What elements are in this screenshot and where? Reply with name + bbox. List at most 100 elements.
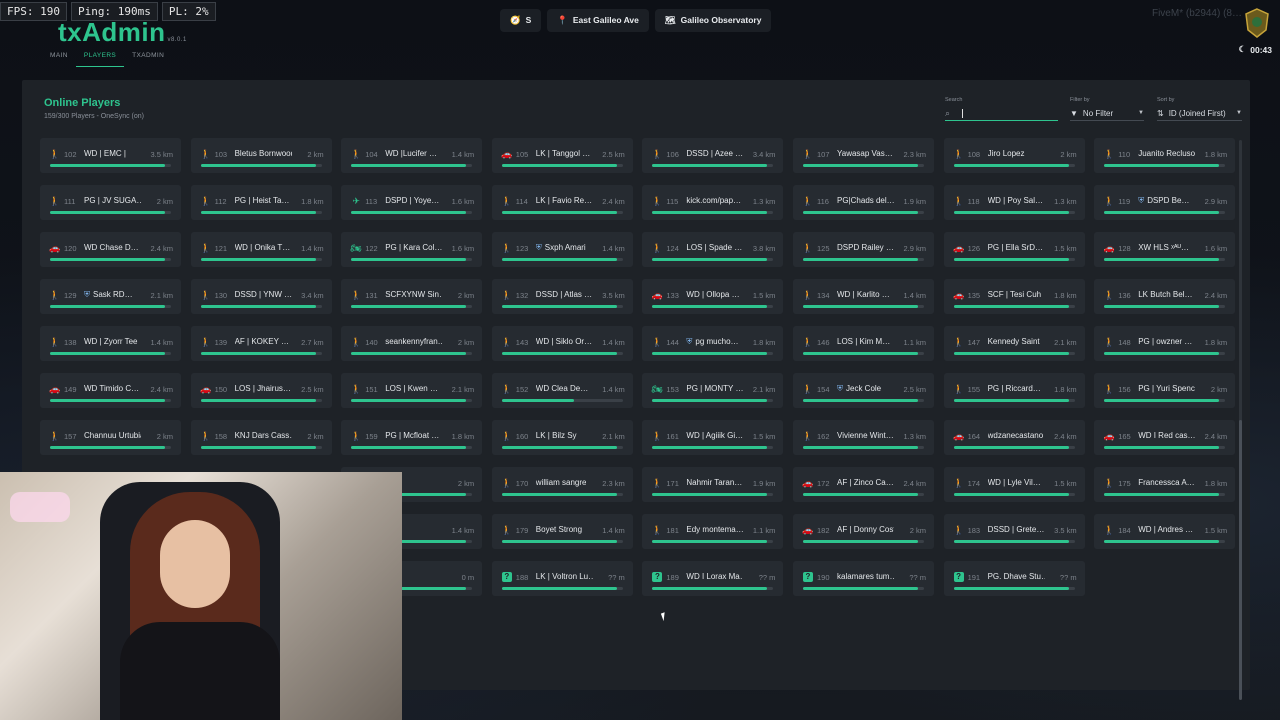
player-name-text: SCF | Tesi Cuh <box>987 290 1042 299</box>
player-card[interactable]: 🚶 116 PG|Chads del… 1.9 km <box>793 185 934 220</box>
player-card[interactable]: 🚶 112 PG | Heist Ta… 1.8 km <box>190 185 332 220</box>
player-card[interactable]: 🚶 131 SCFXYNW Sin… 2 km <box>341 279 483 314</box>
health-bar <box>351 164 473 167</box>
player-card[interactable]: 🚗 165 WD I Red cas… 2.4 km <box>1094 420 1236 455</box>
player-card[interactable]: 🚗 128 XW HLS ᵡᴬᵁ… 1.6 km <box>1094 232 1236 267</box>
player-name-text: DSSD | Atlas … <box>535 290 593 299</box>
player-card[interactable]: 🚶 103 Bletus Bornwood 2 km <box>190 138 332 173</box>
player-card[interactable]: 🚶 159 PG | Mcfloat … 1.8 km <box>341 420 483 455</box>
search-input[interactable]: ⌕ <box>945 106 1058 121</box>
player-card[interactable]: 🚶 129 ⛨ Sask RD… 2.1 km <box>40 279 181 314</box>
player-card[interactable]: 🚶 179 Boyet Strong 1.4 km <box>491 514 633 549</box>
player-card[interactable]: 🚶 114 LK | Favio Re… 2.4 km <box>491 185 633 220</box>
player-card[interactable]: 🚶 136 LK Butch Bel… 2.4 km <box>1094 279 1236 314</box>
player-count: 159/300 Players - OneSync (on) <box>44 113 144 120</box>
player-card[interactable]: 🏍 153 PG | MONTY … 2.1 km <box>642 373 784 408</box>
player-card[interactable]: 🚗 126 PG | Ella SrD… 1.5 km <box>943 232 1085 267</box>
player-card[interactable]: 🚗 150 LOS | Jhairus… 2.5 km <box>190 373 332 408</box>
player-card[interactable]: 🚶 181 Edy montema… 1.1 km <box>642 514 784 549</box>
player-card[interactable]: 🚶 154 ⛨ Jeck Cole 2.5 km <box>793 373 934 408</box>
player-id: 152 <box>515 385 529 394</box>
player-card[interactable]: 🚶 110 Juanito Recluso 1.8 km <box>1094 138 1236 173</box>
player-card[interactable]: ? 188 LK | Voltron Lu… ?? m <box>491 561 633 596</box>
player-distance: 2.5 km <box>903 385 926 394</box>
tab-txadmin[interactable]: TXADMIN <box>124 52 172 66</box>
car-icon: 🚗 <box>1103 243 1115 253</box>
player-card[interactable]: 🚶 158 KNJ Dars Cass… 2 km <box>190 420 332 455</box>
player-name-text: WD | Andres … <box>1138 525 1194 534</box>
player-card[interactable]: 🚗 135 SCF | Tesi Cuh 1.8 km <box>943 279 1085 314</box>
player-card[interactable]: 🚶 140 seankennyfran… 2 km <box>341 326 483 361</box>
player-card[interactable]: 🚶 125 DSPD Railey … 2.9 km <box>793 232 934 267</box>
player-card[interactable]: 🚶 152 WD Clea De… 1.4 km <box>491 373 633 408</box>
player-card[interactable]: 🚶 184 WD | Andres … 1.5 km <box>1094 514 1236 549</box>
player-card[interactable]: 🚶 130 DSSD | YNW … 3.4 km <box>190 279 332 314</box>
player-card[interactable]: ? 189 WD I Lorax Ma… ?? m <box>642 561 784 596</box>
player-card[interactable]: ✈ 113 DSPD | Yoye… 1.6 km <box>341 185 483 220</box>
player-card[interactable]: 🚶 123 ⛨ Sxph Amari 1.4 km <box>491 232 633 267</box>
player-name-text: SCFXYNW Sin… <box>385 290 443 299</box>
player-card[interactable]: 🚶 183 DSSD | Grete… 3.5 km <box>943 514 1085 549</box>
walk-icon: 🚶 <box>651 337 663 347</box>
player-card[interactable]: 🚗 105 LK | Tanggol … 2.5 km <box>491 138 633 173</box>
player-card[interactable]: 🚶 138 WD | Zyorr Tee 1.4 km <box>40 326 181 361</box>
player-card[interactable]: 🚶 106 DSSD | Azee … 3.4 km <box>642 138 784 173</box>
player-card[interactable]: 🚶 132 DSSD | Atlas … 3.5 km <box>491 279 633 314</box>
player-card[interactable]: 🚶 146 LOS | Kim M… 1.1 km <box>793 326 934 361</box>
filter-dropdown[interactable]: ▼ No Filter ▼ <box>1070 106 1144 121</box>
player-distance: 1.5 km <box>752 291 776 300</box>
player-card[interactable]: 🚗 164 wdzanecastano 2.4 km <box>943 420 1085 455</box>
tab-main[interactable]: MAIN <box>42 52 76 66</box>
player-card[interactable]: 🏍 122 PG | Kara Col… 1.6 km <box>341 232 483 267</box>
player-card[interactable]: 🚗 182 AF | Donny Costa 2 km <box>793 514 934 549</box>
shield-icon: ⛨ <box>1138 196 1145 205</box>
player-card[interactable]: 🚶 143 WD | Siklo Or… 1.4 km <box>491 326 633 361</box>
player-card[interactable]: 🚗 172 AF | Zinco Ca… 2.4 km <box>793 467 934 502</box>
player-card[interactable]: 🚶 111 PG | JV SUGA… 2 km <box>40 185 181 220</box>
player-name: kalamares tum… <box>837 572 894 581</box>
player-distance: 1.4 km <box>602 338 625 347</box>
tab-players[interactable]: PLAYERS <box>75 52 125 67</box>
player-card[interactable]: 🚶 170 william sangre 2.3 km <box>491 467 633 502</box>
player-card[interactable]: 🚶 147 Kennedy Saint 2.1 km <box>943 326 1085 361</box>
player-card[interactable]: 🚶 161 WD | Agiiik Gi… 1.5 km <box>642 420 784 455</box>
player-card[interactable]: 🚶156 PG | Yuri Spencer 2 km <box>1094 373 1236 408</box>
scrollbar-thumb[interactable] <box>1239 420 1242 700</box>
player-card[interactable]: ? 190 kalamares tum… ?? m <box>793 561 934 596</box>
player-id: 136 <box>1118 291 1131 300</box>
player-card[interactable]: 🚶 171 Nahmir Taran… 1.9 km <box>642 467 784 502</box>
player-card[interactable]: 🚶 174 WD | Lyle Vil… 1.5 km <box>943 467 1085 502</box>
player-card[interactable]: 🚶 151 LOS | Kwen … 2.1 km <box>341 373 483 408</box>
player-name: PG | Mcfloat … <box>385 431 439 440</box>
shield-icon: ⛨ <box>535 243 542 252</box>
player-card[interactable]: ? 191 PG. Dhave Stu… ?? m <box>943 561 1085 596</box>
player-card[interactable]: 🚶 104 WD |Lucifer … 1.4 km <box>341 138 483 173</box>
health-bar-fill <box>501 540 617 543</box>
player-card[interactable]: 🚶 119 ⛨ DSPD Be… 2.9 km <box>1094 185 1236 220</box>
player-card[interactable]: 🚶 134 WD | Karlito … 1.4 km <box>793 279 934 314</box>
player-card[interactable]: 🚶 124 LOS | Spade … 3.8 km <box>642 232 784 267</box>
player-card[interactable]: 🚶 160 LK | Bilz Sy 2.1 km <box>491 420 633 455</box>
player-card[interactable]: 🚗 133 WD | Ollopa … 1.5 km <box>642 279 784 314</box>
player-card[interactable]: 🚶 162 Vivienne Wint… 1.3 km <box>793 420 934 455</box>
player-card[interactable]: 🚶 118 WD | Poy Sal… 1.3 km <box>943 185 1085 220</box>
health-bar-fill <box>953 258 1069 261</box>
player-card[interactable]: 🚶 107 Yawasap Vas… 2.3 km <box>793 138 934 173</box>
player-card[interactable]: 🚶 108 Jiro Lopez 2 km <box>943 138 1085 173</box>
player-card[interactable]: 🚗 120 WD Chase D… 2.4 km <box>40 232 181 267</box>
compass-icon: 🧭 <box>510 15 521 25</box>
player-card[interactable]: 🚶 115 kick.com/pap… 1.3 km <box>642 185 784 220</box>
player-card[interactable]: 🚶 155 PG | Riccard… 1.8 km <box>943 373 1085 408</box>
player-card[interactable]: 🚶 175 Francessca A… 1.8 km <box>1094 467 1236 502</box>
player-card[interactable]: 🚶 144 ⛨ pg mucho… 1.8 km <box>642 326 784 361</box>
sort-dropdown[interactable]: ⇅ ID (Joined First) ▼ <box>1157 106 1242 121</box>
health-bar <box>1104 258 1226 261</box>
player-card[interactable]: 🚶 102 WD | EMC | 3.5 km <box>40 138 181 173</box>
player-card[interactable]: 🚗 149 WD Timido C… 2.4 km <box>40 373 181 408</box>
player-card[interactable]: 🚶 139 AF | KOKEY … 2.7 km <box>190 326 332 361</box>
walk-icon: 🚶 <box>802 149 814 159</box>
player-card[interactable]: 🚶 148 PG | owzner … 1.8 km <box>1094 326 1236 361</box>
health-bar-fill <box>803 211 918 214</box>
player-card[interactable]: 🚶 121 WD | Onika T… 1.4 km <box>190 232 332 267</box>
player-card[interactable]: 🚶 157 Channuu Urtubia 2 km <box>40 420 181 455</box>
